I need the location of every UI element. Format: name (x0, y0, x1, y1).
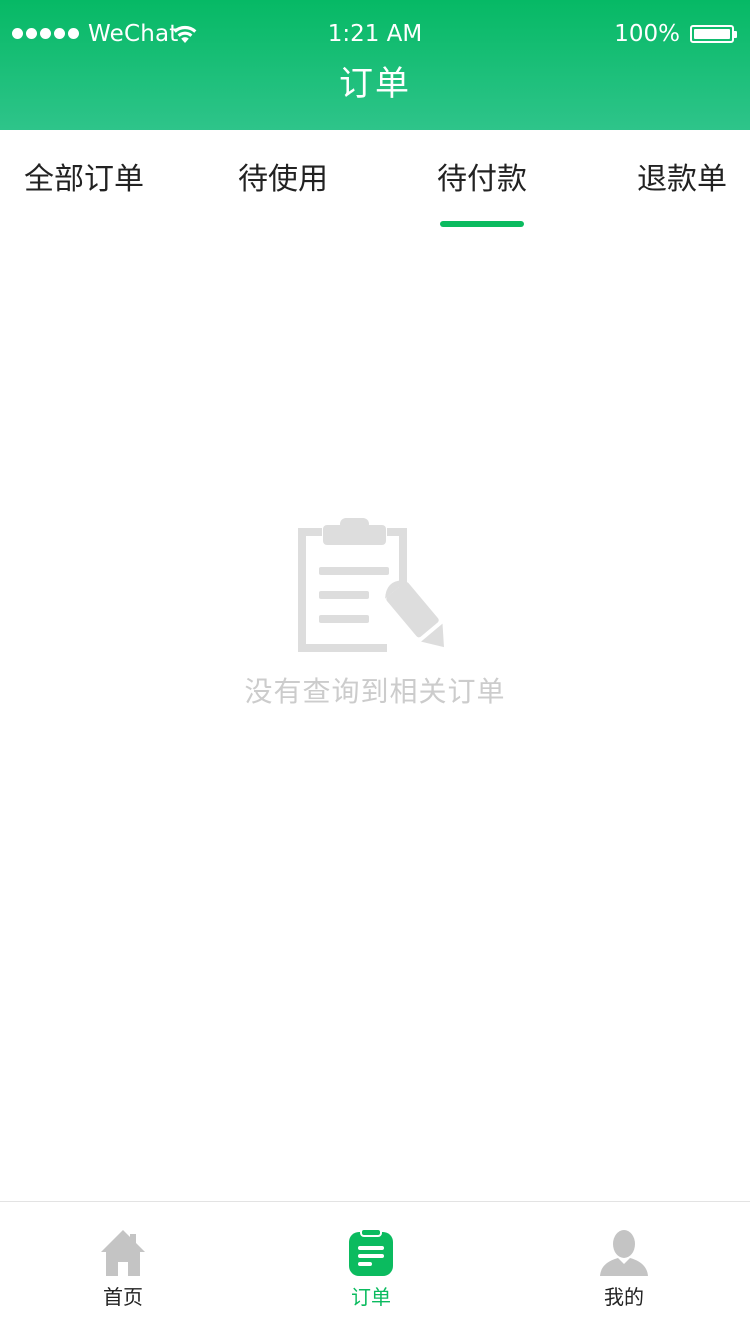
active-tab-indicator (440, 221, 524, 227)
tabbar-item-home[interactable]: 首页 (48, 1202, 198, 1334)
tabbar-label-orders: 订单 (351, 1285, 391, 1309)
orders-icon (349, 1228, 393, 1276)
status-bar: WeChat 1:21 AM 100% (0, 0, 750, 68)
orders-screen: WeChat 1:21 AM 100% 订单 全部订单 待使用 待付款 退款单 (0, 0, 750, 1334)
tab-all-orders[interactable]: 全部订单 (24, 130, 144, 230)
tabbar-item-profile[interactable]: 我的 (549, 1202, 699, 1334)
bottom-tab-bar: 首页 订单 我的 (0, 1201, 750, 1334)
battery-icon (690, 25, 737, 43)
home-icon (101, 1230, 145, 1276)
tabbar-label-home: 首页 (103, 1285, 143, 1309)
clipboard-pencil-icon (298, 518, 444, 652)
order-status-tabs: 全部订单 待使用 待付款 退款单 (0, 130, 750, 230)
empty-state-message: 没有查询到相关订单 (244, 675, 506, 708)
tab-pending-payment[interactable]: 待付款 (437, 130, 527, 230)
tab-to-use[interactable]: 待使用 (238, 130, 328, 230)
app-header: WeChat 1:21 AM 100% 订单 (0, 0, 750, 130)
page-title: 订单 (339, 64, 411, 104)
tab-refunds[interactable]: 退款单 (637, 130, 727, 230)
user-icon (600, 1230, 648, 1276)
tabbar-label-profile: 我的 (604, 1285, 644, 1309)
tabbar-item-orders[interactable]: 订单 (296, 1202, 446, 1334)
battery-percentage: 100% (614, 21, 680, 47)
